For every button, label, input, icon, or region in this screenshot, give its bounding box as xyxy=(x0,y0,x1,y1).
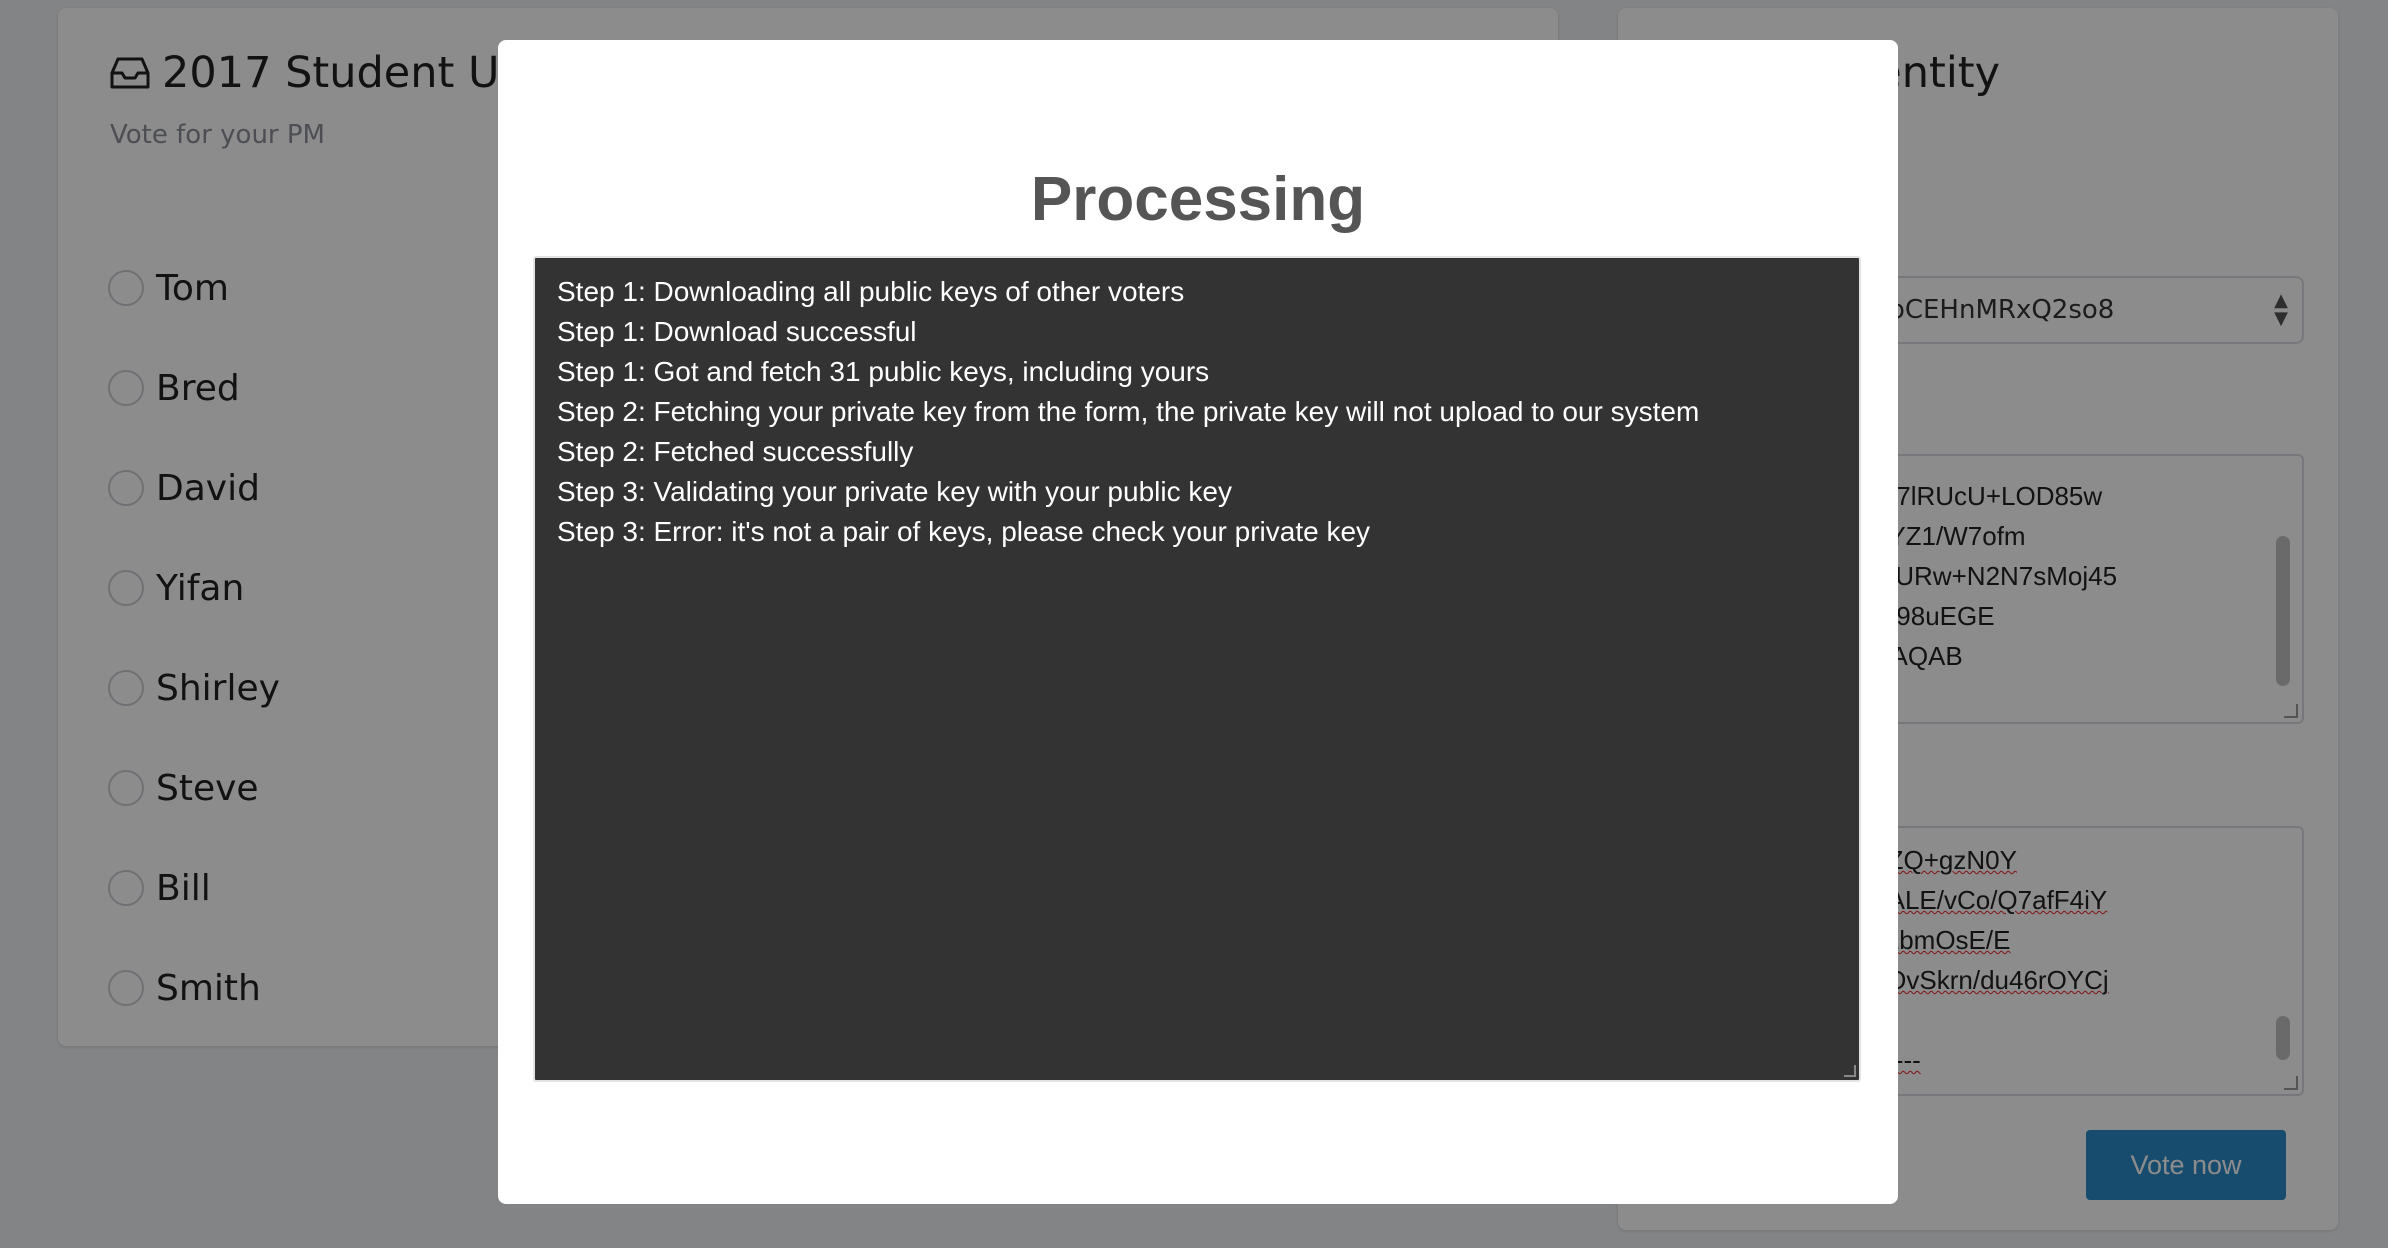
processing-modal: Processing Step 1: Downloading all publi… xyxy=(498,40,1898,1204)
processing-log[interactable]: Step 1: Downloading all public keys of o… xyxy=(533,256,1861,1082)
resize-grip-icon[interactable] xyxy=(1844,1065,1856,1077)
page: 2017 Student Union Vote for your PM Tom B… xyxy=(0,0,2388,1248)
log-line: Step 2: Fetching your private key from t… xyxy=(557,396,1700,427)
log-line: Step 3: Validating your private key with… xyxy=(557,476,1232,507)
log-line: Step 1: Downloading all public keys of o… xyxy=(557,276,1185,307)
modal-title: Processing xyxy=(1030,165,1366,234)
log-line: Step 3: Error: it's not a pair of keys, … xyxy=(557,516,1371,547)
log-line: Step 2: Fetched successfully xyxy=(557,436,914,467)
log-line: Step 1: Download successful xyxy=(557,316,917,347)
log-line: Step 1: Got and fetch 31 public keys, in… xyxy=(557,356,1210,387)
